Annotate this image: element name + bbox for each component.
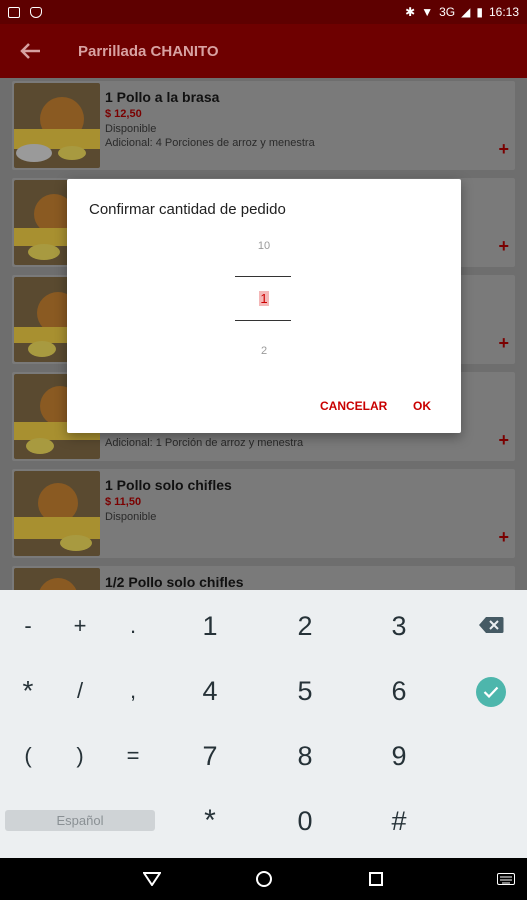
key-comma[interactable]: , xyxy=(113,671,153,711)
key-equals[interactable]: = xyxy=(113,736,153,776)
notification-android-icon xyxy=(30,6,42,18)
key-star[interactable]: * xyxy=(184,799,236,843)
add-button[interactable]: + xyxy=(498,527,509,548)
list-item[interactable]: 1 Pollo a la brasa $ 12,50 Disponible Ad… xyxy=(12,81,515,170)
product-name: 1/2 Pollo solo chifles xyxy=(105,574,244,590)
key-open-paren[interactable]: ( xyxy=(8,736,48,776)
key-8[interactable]: 8 xyxy=(279,734,331,778)
key-slash[interactable]: / xyxy=(60,671,100,711)
key-0[interactable]: 0 xyxy=(279,799,331,843)
picker-divider-top xyxy=(235,276,291,277)
back-button[interactable] xyxy=(0,24,60,78)
network-type: 3G xyxy=(439,5,456,19)
key-hash[interactable]: # xyxy=(373,799,425,843)
keyboard-switch-button[interactable] xyxy=(494,858,518,900)
keyboard-icon xyxy=(497,873,515,885)
product-price: $ 12,50 xyxy=(105,108,142,120)
check-icon xyxy=(483,686,499,698)
quantity-dialog: Confirmar cantidad de pedido 10 1 2 CANC… xyxy=(67,179,461,433)
product-extra: Adicional: 1 Porción de arroz y menestra xyxy=(105,437,304,449)
triangle-back-icon xyxy=(143,872,161,886)
key-period[interactable]: . xyxy=(113,606,153,646)
wifi-icon: ▼ xyxy=(421,5,434,19)
add-button[interactable]: + xyxy=(498,139,509,160)
notification-image-icon xyxy=(8,6,20,18)
recents-nav-button[interactable] xyxy=(360,858,392,900)
picker-next-value[interactable]: 2 xyxy=(67,345,461,357)
product-image xyxy=(14,83,100,168)
key-asterisk[interactable]: * xyxy=(8,671,48,711)
key-close-paren[interactable]: ) xyxy=(60,736,100,776)
clock: 16:13 xyxy=(488,5,519,19)
circle-home-icon xyxy=(256,871,272,887)
square-recents-icon xyxy=(369,872,383,886)
bluetooth-icon: ✱ xyxy=(405,5,416,19)
key-2[interactable]: 2 xyxy=(279,604,331,648)
key-1[interactable]: 1 xyxy=(184,604,236,648)
list-item[interactable]: 1/2 Pollo solo chifles xyxy=(12,566,515,590)
arrow-back-icon xyxy=(20,43,40,59)
add-button[interactable]: + xyxy=(498,430,509,451)
home-nav-button[interactable] xyxy=(248,858,280,900)
quantity-picker-input[interactable]: 1 xyxy=(67,291,461,306)
page-title: Parrillada CHANITO xyxy=(78,42,219,60)
key-plus[interactable]: + xyxy=(60,606,100,646)
key-7[interactable]: 7 xyxy=(184,734,236,778)
system-nav-bar xyxy=(0,858,527,900)
product-image xyxy=(14,568,100,590)
picker-current-value[interactable]: 1 xyxy=(259,291,269,306)
key-minus[interactable]: - xyxy=(8,606,48,646)
key-5[interactable]: 5 xyxy=(279,669,331,713)
ok-button[interactable]: OK xyxy=(413,399,431,413)
product-price: $ 11,50 xyxy=(105,496,142,508)
key-6[interactable]: 6 xyxy=(373,669,425,713)
product-name: 1 Pollo a la brasa xyxy=(105,89,220,105)
backspace-icon[interactable] xyxy=(478,616,504,639)
product-name: 1 Pollo solo chifles xyxy=(105,477,232,493)
picker-divider-bottom xyxy=(235,320,291,321)
key-4[interactable]: 4 xyxy=(184,669,236,713)
back-nav-button[interactable] xyxy=(136,858,168,900)
key-3[interactable]: 3 xyxy=(373,604,425,648)
key-9[interactable]: 9 xyxy=(373,734,425,778)
space-key[interactable]: Español xyxy=(5,810,155,831)
numeric-keyboard: - + . 1 2 3 * / , 4 5 6 ( ) = 7 8 9 Espa… xyxy=(0,590,527,858)
product-extra: Adicional: 4 Porciones de arroz y menest… xyxy=(105,137,315,149)
dialog-title: Confirmar cantidad de pedido xyxy=(89,201,286,218)
signal-icon: ◢ xyxy=(461,5,471,19)
list-item[interactable]: 1 Pollo solo chifles $ 11,50 Disponible … xyxy=(12,469,515,558)
status-bar: ✱ ▼ 3G ◢ ▮ 16:13 xyxy=(0,0,527,24)
picker-previous-value[interactable]: 10 xyxy=(67,240,461,252)
product-status: Disponible xyxy=(105,511,157,523)
add-button[interactable]: + xyxy=(498,333,509,354)
product-status: Disponible xyxy=(105,123,157,135)
product-image xyxy=(14,471,100,556)
battery-icon: ▮ xyxy=(476,5,483,19)
add-button[interactable]: + xyxy=(498,236,509,257)
cancel-button[interactable]: CANCELAR xyxy=(320,399,387,413)
app-bar: Parrillada CHANITO xyxy=(0,24,527,78)
enter-key[interactable] xyxy=(476,677,506,707)
